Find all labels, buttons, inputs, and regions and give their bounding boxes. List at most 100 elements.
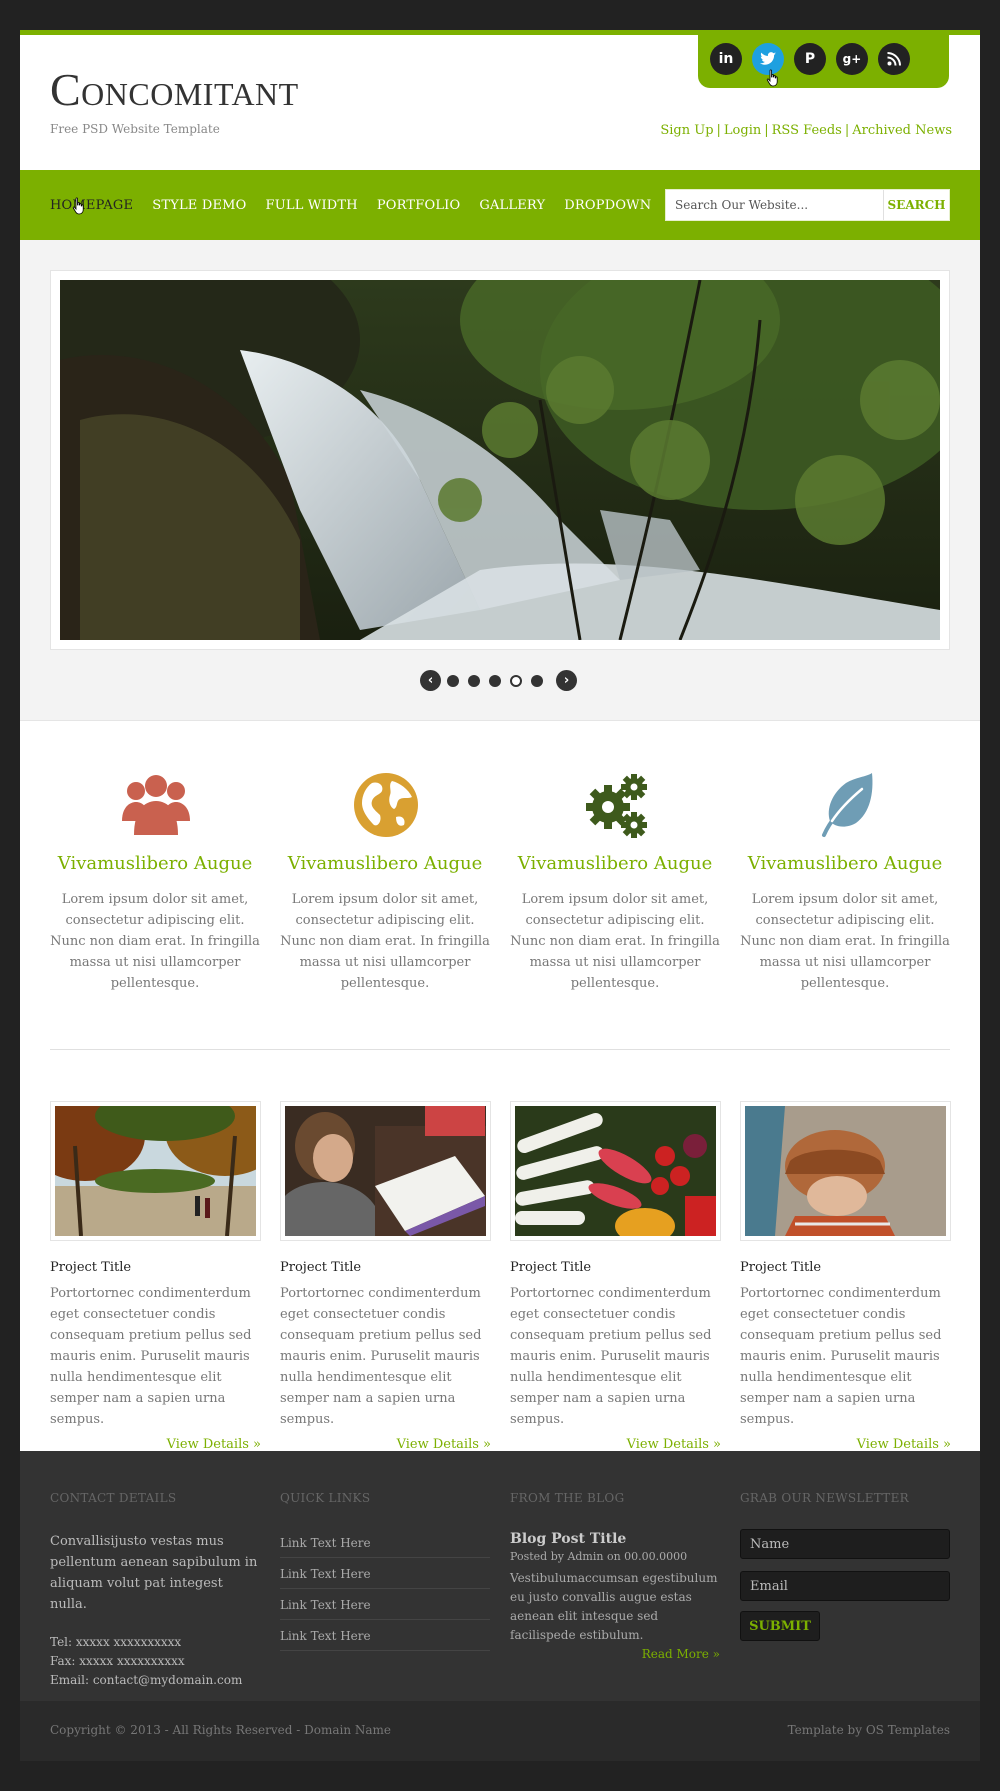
project-card: Project Title Portortornec condimenterdu…	[510, 1101, 721, 1452]
footer-heading: CONTACT DETAILS	[50, 1491, 177, 1505]
quick-link[interactable]: Link Text Here	[280, 1589, 490, 1620]
blog-post-meta: Posted by Admin on 00.00.0000	[510, 1550, 688, 1563]
slider-next-button[interactable]: ›	[556, 670, 577, 691]
rss-feeds-link[interactable]: RSS Feeds	[772, 123, 842, 138]
nav-item-full-width[interactable]: FULL WIDTH	[266, 198, 358, 213]
newsletter-submit-button[interactable]: SUBMIT	[740, 1611, 820, 1641]
project-thumbnail[interactable]	[25, 1086, 285, 1241]
google-plus-icon[interactable]: g+	[836, 43, 868, 75]
feature-text: Lorem ipsum dolor sit amet, consectetur …	[510, 892, 720, 991]
view-details-link[interactable]: View Details »	[740, 1437, 951, 1452]
project-text: Portortornec condimenterdum eget consect…	[510, 1286, 712, 1427]
quick-link[interactable]: Link Text Here	[280, 1620, 490, 1651]
pinterest-icon[interactable]: P	[794, 43, 826, 75]
linkedin-glyph: in	[718, 51, 734, 67]
blog-post-title[interactable]: Blog Post Title	[510, 1531, 720, 1547]
footer-newsletter: GRAB OUR NEWSLETTER SUBMIT	[740, 1491, 950, 1641]
leaf-icon	[822, 773, 873, 837]
search-form: SEARCH	[665, 189, 950, 221]
view-details-link[interactable]: View Details »	[50, 1437, 261, 1452]
read-more-link[interactable]: Read More »	[510, 1647, 720, 1661]
rss-icon[interactable]	[878, 43, 910, 75]
waterfall-image	[60, 280, 940, 640]
vegetables-photo	[515, 1106, 716, 1244]
feature-title: Vivamuslibero Augue	[287, 853, 483, 874]
sign-up-link[interactable]: Sign Up	[660, 123, 713, 138]
slider-dot[interactable]	[468, 675, 480, 687]
nav-item-style-demo[interactable]: STYLE DEMO	[152, 198, 246, 213]
nav-menu: HOMEPAGE STYLE DEMO FULL WIDTH PORTFOLIO…	[50, 170, 670, 240]
park-photo	[25, 1086, 285, 1237]
newsletter-email-input[interactable]	[740, 1571, 950, 1601]
footer-heading: FROM THE BLOG	[510, 1491, 625, 1505]
feature-text: Lorem ipsum dolor sit amet, consectetur …	[740, 892, 950, 991]
project-thumbnail[interactable]	[510, 1101, 721, 1244]
contact-email[interactable]: Email: contact@mydomain.com	[50, 1671, 260, 1690]
project-card: Project Title Portortornec condimenterdu…	[25, 1086, 285, 1452]
gears-icon	[586, 774, 647, 838]
separator: |	[764, 123, 769, 138]
quick-links-list: Link Text Here Link Text Here Link Text …	[280, 1527, 490, 1651]
top-links: Sign Up | Login | RSS Feeds | Archived News	[660, 123, 952, 138]
feature-title: Vivamuslibero Augue	[57, 853, 253, 874]
quick-link[interactable]: Link Text Here	[280, 1527, 490, 1558]
feature-text: Lorem ipsum dolor sit amet, consectetur …	[50, 892, 260, 991]
project-card: Project Title Portortornec condimenterdu…	[280, 1101, 491, 1452]
project-thumbnail[interactable]	[740, 1101, 951, 1241]
template-credit[interactable]: Template by OS Templates	[788, 1723, 950, 1737]
main-nav: HOMEPAGE STYLE DEMO FULL WIDTH PORTFOLIO…	[20, 170, 980, 240]
slider-dot-current[interactable]	[510, 675, 522, 687]
project-title[interactable]: Project Title	[510, 1260, 721, 1275]
slider-prev-button[interactable]: ‹	[420, 670, 441, 691]
social-bar: in P g+	[698, 35, 949, 88]
project-title[interactable]: Project Title	[50, 1260, 261, 1275]
project-title[interactable]: Project Title	[280, 1260, 491, 1275]
copyright-bar: Copyright © 2013 - All Rights Reserved -…	[20, 1701, 980, 1761]
project-text: Portortornec condimenterdum eget consect…	[280, 1286, 482, 1427]
slider-dot[interactable]	[531, 675, 543, 687]
twitter-bird-shape	[760, 52, 776, 65]
pinterest-glyph: P	[804, 51, 816, 67]
contact-fax: Fax: xxxxx xxxxxxxxxx	[50, 1654, 185, 1668]
quick-link[interactable]: Link Text Here	[280, 1558, 490, 1589]
slider-dot[interactable]	[489, 675, 501, 687]
search-button[interactable]: SEARCH	[884, 190, 949, 220]
contact-tel: Tel: xxxxx xxxxxxxxxx	[50, 1635, 182, 1649]
site-tagline: Free PSD Website Template	[50, 122, 220, 136]
feature-title: Vivamuslibero Augue	[747, 853, 943, 874]
contact-lines: Tel: xxxxx xxxxxxxxxx Fax: xxxxx xxxxxxx…	[50, 1633, 260, 1690]
feature-title: Vivamuslibero Augue	[517, 853, 713, 874]
project-card: Project Title Portortornec condimenterdu…	[740, 1101, 951, 1452]
blog-post-excerpt: Vestibulumaccumsan egestibulum eu justo …	[510, 1571, 718, 1642]
meeting-photo	[285, 1106, 486, 1236]
section-divider	[50, 1049, 950, 1050]
nav-item-homepage[interactable]: HOMEPAGE	[50, 198, 133, 213]
waterfall-photo[interactable]	[60, 280, 940, 640]
search-input[interactable]	[666, 190, 884, 220]
copyright-text: Copyright © 2013 - All Rights Reserved -…	[50, 1723, 392, 1737]
newsletter-name-input[interactable]	[740, 1529, 950, 1559]
slider-frame	[50, 270, 950, 650]
view-details-link[interactable]: View Details »	[510, 1437, 721, 1452]
slider-dot[interactable]	[447, 675, 459, 687]
archived-news-link[interactable]: Archived News	[852, 123, 952, 138]
view-details-link[interactable]: View Details »	[280, 1437, 491, 1452]
nav-item-dropdown[interactable]: DROPDOWN	[564, 198, 651, 213]
site-header: Concomitant Free PSD Website Template in…	[20, 30, 980, 170]
project-title[interactable]: Project Title	[740, 1260, 951, 1275]
nav-item-portfolio[interactable]: PORTFOLIO	[377, 198, 461, 213]
footer-heading: GRAB OUR NEWSLETTER	[740, 1491, 909, 1505]
site-footer: CONTACT DETAILS Convallisijusto vestas m…	[20, 1451, 980, 1701]
project-thumbnail[interactable]	[280, 1101, 491, 1241]
footer-blog: FROM THE BLOG Blog Post Title Posted by …	[510, 1491, 720, 1661]
footer-heading: QUICK LINKS	[280, 1491, 371, 1505]
site-logo[interactable]: Concomitant	[50, 67, 299, 113]
rss-shape	[887, 52, 901, 66]
linkedin-icon[interactable]: in	[710, 43, 742, 75]
nav-item-gallery[interactable]: GALLERY	[479, 198, 545, 213]
contact-text: Convallisijusto vestas mus pellentum aen…	[50, 1534, 258, 1612]
project-text: Portortornec condimenterdum eget consect…	[740, 1286, 942, 1427]
hand-cursor-icon	[72, 197, 84, 215]
login-link[interactable]: Login	[724, 123, 761, 138]
footer-quick-links: QUICK LINKS Link Text Here Link Text Her…	[280, 1491, 490, 1651]
